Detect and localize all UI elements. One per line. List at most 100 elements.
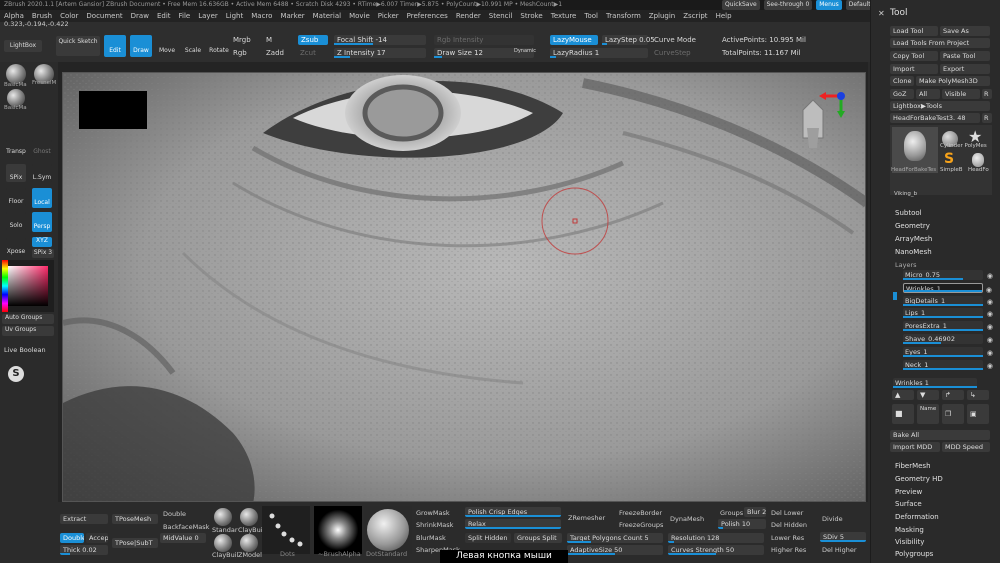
menu-item[interactable]: Marker [276, 10, 308, 22]
menu-item[interactable]: Stencil [485, 10, 517, 22]
dynamic-button[interactable]: Dynamic [514, 48, 536, 54]
layer-visibility-eye-icon[interactable]: ◉ [987, 271, 993, 281]
polish-crisp-edges-slider[interactable]: Polish Crisp Edges [465, 507, 561, 517]
load-from-project-button[interactable]: Load Tools From Project [890, 38, 990, 48]
layer-up-icon[interactable]: ▲ [892, 390, 914, 400]
color-picker-hue-ring[interactable] [2, 260, 8, 312]
zremesher-button[interactable]: ZRemesher [568, 514, 605, 522]
layer-row[interactable]: BigDetails 1 ◉ [903, 295, 993, 306]
persp-button[interactable]: Persp [32, 212, 52, 232]
layer-visibility-eye-icon[interactable]: ◉ [987, 335, 993, 345]
resolution-slider[interactable]: Resolution 128 [668, 533, 764, 543]
active-layer-slider[interactable]: Wrinkles 1 [893, 378, 977, 388]
goz-r-button[interactable]: R [982, 89, 992, 99]
adaptivesize-slider[interactable]: AdaptiveSize 50 [567, 545, 663, 555]
layer-visibility-eye-icon[interactable]: ◉ [987, 297, 993, 307]
del-lower-button[interactable]: Del Lower [771, 509, 803, 517]
polygroups-section[interactable]: Polygroups [895, 550, 933, 558]
claybuild-brush-icon[interactable] [240, 508, 258, 526]
layer-visibility-eye-icon[interactable]: ◉ [987, 322, 993, 332]
rgb-intensity-slider[interactable]: Rgb Intensity [434, 35, 534, 45]
curve-step-slider[interactable]: CurveStep [654, 49, 691, 57]
transp-button[interactable]: Transp [6, 140, 26, 156]
tposemesh-button[interactable]: TPoseMesh [112, 514, 158, 524]
layer-row[interactable]: Neck 1 ◉ [903, 359, 993, 370]
menu-item[interactable]: Draw [127, 10, 153, 22]
midvalue-slider[interactable]: MidValue 0 [160, 533, 206, 543]
layer-split-icon[interactable]: ▣ [967, 404, 989, 424]
spix3-slider[interactable]: SPix 3 [32, 249, 54, 258]
menu-item[interactable]: Macro [247, 10, 276, 22]
menu-item[interactable]: Preferences [403, 10, 452, 22]
import-button[interactable]: Import [890, 64, 938, 74]
curves-strength-slider[interactable]: Curves Strength 50 [668, 545, 764, 555]
extract-button[interactable]: Extract [60, 514, 108, 524]
simplebrush-thumb-icon[interactable]: S [944, 151, 954, 167]
live-boolean-button[interactable]: Live Boolean [4, 346, 46, 354]
blurmask-button[interactable]: BlurMask [416, 534, 446, 542]
subtool-section[interactable]: Subtool [895, 209, 922, 217]
geometry-section[interactable]: Geometry [895, 222, 930, 230]
menu-item[interactable]: Transform [602, 10, 645, 22]
relax-button[interactable]: Relax [465, 519, 561, 529]
palette-close-icon[interactable]: ✕ [878, 9, 885, 18]
target-polygons-slider[interactable]: Target Polygons Count 5 [567, 533, 663, 543]
lazyradius-slider[interactable]: LazyRadius 1 [550, 48, 648, 58]
headfo-thumb-icon[interactable] [972, 153, 984, 167]
z-intensity-slider[interactable]: Z Intensity 17 [334, 48, 426, 58]
shrinkmask-button[interactable]: ShrinkMask [416, 521, 453, 529]
layer-visibility-eye-icon[interactable]: ◉ [987, 348, 993, 358]
goz-all-button[interactable]: All [916, 89, 940, 99]
current-tool-r-button[interactable]: R [982, 113, 992, 123]
freezeborder-button[interactable]: FreezeBorder [619, 509, 662, 517]
seethrough-slider[interactable]: See-through 0 [763, 0, 813, 10]
growmask-button[interactable]: GrowMask [416, 509, 450, 517]
layer-visibility-eye-icon[interactable]: ◉ [987, 309, 993, 319]
save-as-button[interactable]: Save As [940, 26, 990, 36]
lower-res-button[interactable]: Lower Res [771, 534, 804, 542]
menus-toggle[interactable]: Menus [816, 0, 842, 10]
layer-delete-icon[interactable]: ↳ [967, 390, 989, 400]
accept-button[interactable]: Accept [86, 533, 108, 543]
quicksave-button[interactable]: QuickSave [722, 0, 760, 10]
auto-groups-button[interactable]: Auto Groups [2, 314, 54, 324]
paste-tool-button[interactable]: Paste Tool [940, 51, 990, 61]
layer-name-button[interactable]: Name [917, 404, 939, 424]
viewport-canvas[interactable] [62, 72, 866, 502]
preview-section[interactable]: Preview [895, 488, 922, 496]
uv-groups-button[interactable]: Uv Groups [2, 326, 54, 336]
menu-item[interactable]: Material [309, 10, 345, 22]
layers-section[interactable]: Layers [895, 261, 917, 269]
standard-brush-icon[interactable] [214, 508, 232, 526]
higher-res-button[interactable]: Higher Res [771, 546, 806, 554]
menu-item[interactable]: File [175, 10, 195, 22]
ghost-button[interactable]: Ghost [32, 140, 52, 156]
thick-slider[interactable]: Thick 0.02 [60, 545, 108, 555]
goz-visible-button[interactable]: Visible [942, 89, 980, 99]
divide-button[interactable]: Divide [822, 515, 843, 523]
sculpt-render[interactable] [63, 73, 866, 502]
dotstandard-material-icon[interactable] [364, 506, 412, 554]
curve-mode-button[interactable]: Curve Mode [654, 36, 696, 44]
visibility-section[interactable]: Visibility [895, 538, 924, 546]
zmodeler-brush-icon[interactable] [240, 534, 258, 552]
spix-button[interactable]: SPix [6, 164, 26, 182]
layer-merge-icon[interactable]: ↱ [942, 390, 964, 400]
mdd-speed-slider[interactable]: MDD Speed [942, 442, 990, 452]
current-tool-slider[interactable]: HeadForBakeTest3. 48 [890, 113, 980, 123]
bake-all-button[interactable]: Bake All [890, 430, 990, 440]
menu-item[interactable]: Stroke [516, 10, 546, 22]
layer-visibility-eye-icon[interactable]: ◉ [987, 361, 993, 371]
menu-item[interactable]: Texture [547, 10, 581, 22]
menu-item[interactable]: Movie [345, 10, 374, 22]
material-basic-sphere[interactable] [6, 64, 26, 84]
focal-shift-slider[interactable]: Focal Shift -14 [334, 35, 426, 45]
m-button[interactable]: M [266, 36, 272, 44]
double-toggle[interactable]: Double [60, 533, 84, 543]
layer-row[interactable]: PoresExtra 1 ◉ [903, 321, 993, 332]
clone-button[interactable]: Clone [890, 76, 914, 86]
rgb-button[interactable]: Rgb [233, 49, 247, 57]
dots-stroke-icon[interactable] [262, 506, 310, 554]
local-button[interactable]: Local [32, 188, 52, 208]
double-label[interactable]: Double [163, 510, 186, 518]
